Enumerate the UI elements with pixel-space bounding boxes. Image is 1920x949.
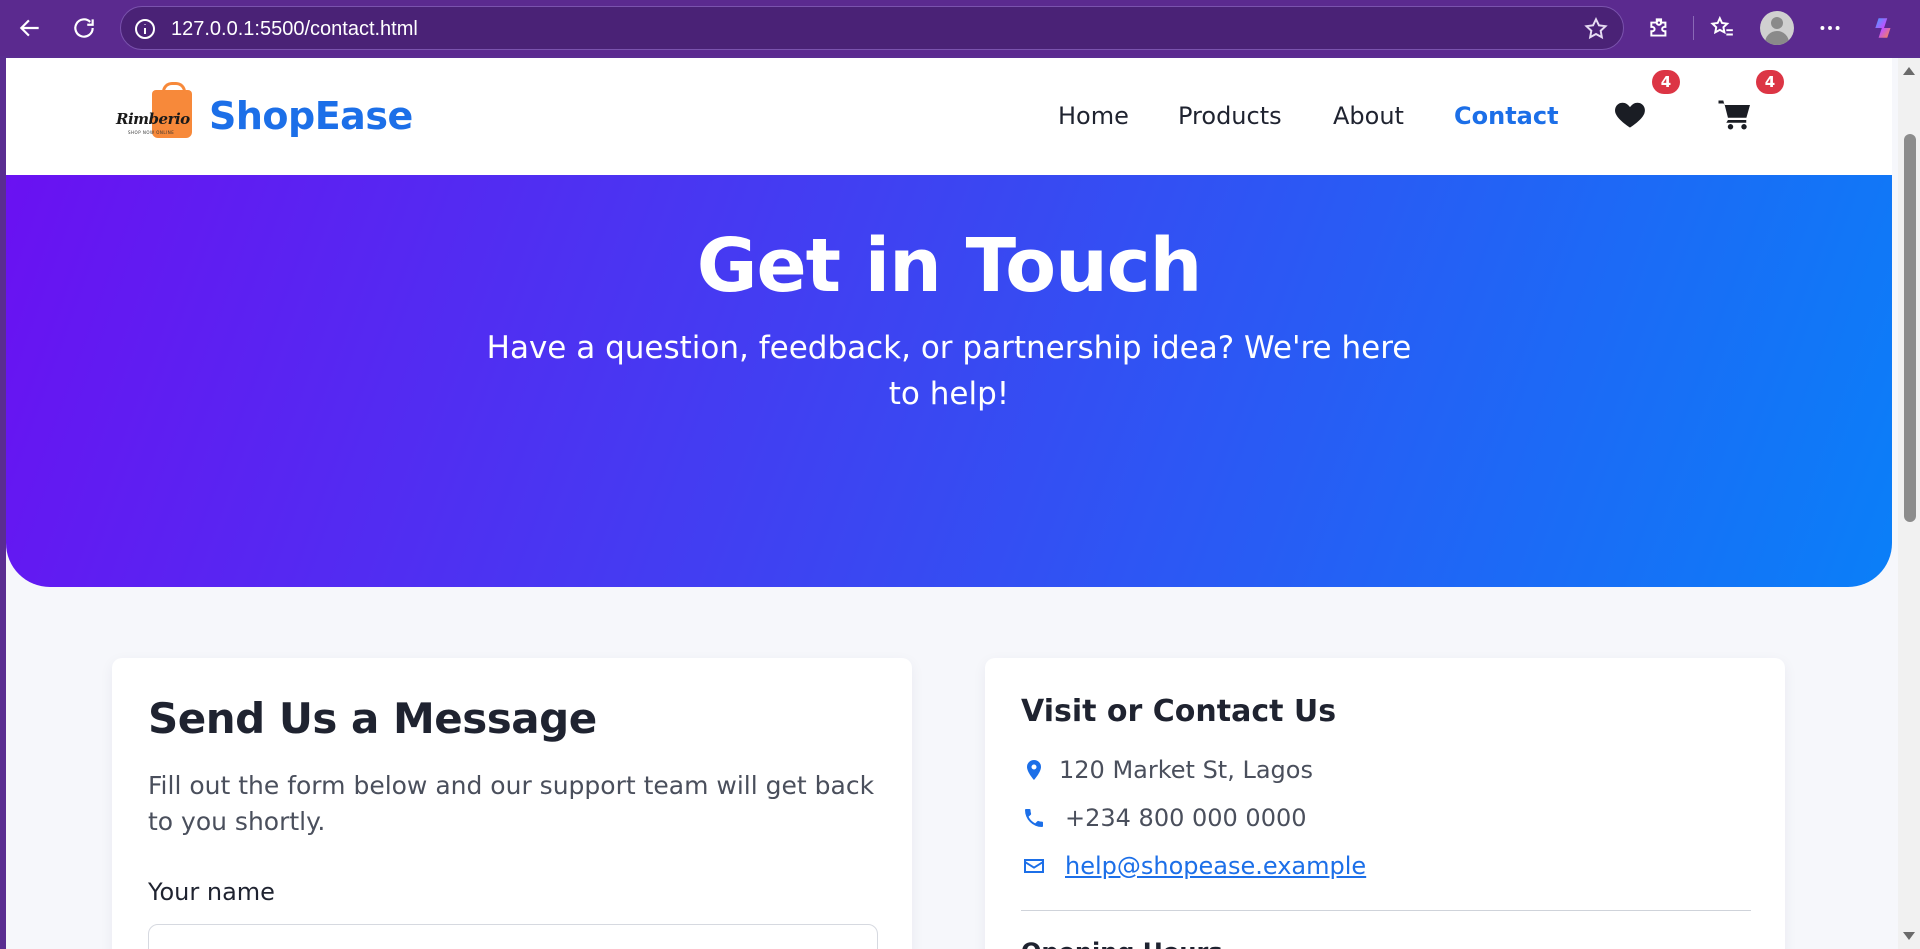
nav-products[interactable]: Products: [1178, 102, 1282, 130]
scroll-down-arrow-icon[interactable]: [1903, 932, 1915, 940]
site-header: Rimberio SHOP NOW ONLINE ShopEase Home P…: [6, 58, 1892, 175]
name-field-label: Your name: [148, 878, 275, 906]
address-row: 120 Market St, Lagos: [1021, 753, 1313, 787]
back-icon[interactable]: [14, 12, 46, 44]
site-logo[interactable]: Rimberio SHOP NOW ONLINE: [116, 82, 196, 140]
contact-info-card: Visit or Contact Us 120 Market St, Lagos…: [985, 658, 1785, 949]
form-description: Fill out the form below and our support …: [148, 771, 875, 836]
address-bar[interactable]: 127.0.0.1:5500/contact.html: [120, 6, 1624, 50]
logo-text: Rimberio: [116, 110, 190, 128]
more-menu-icon[interactable]: [1814, 12, 1846, 44]
message-form-card: Send Us a Message Fill out the form belo…: [112, 658, 912, 949]
copilot-icon[interactable]: [1868, 12, 1900, 44]
browser-viewport: Rimberio SHOP NOW ONLINE ShopEase Home P…: [6, 58, 1920, 949]
nav-contact[interactable]: Contact: [1454, 102, 1559, 130]
profile-avatar[interactable]: [1760, 11, 1794, 45]
envelope-icon: [1021, 852, 1047, 880]
contact-page: Rimberio SHOP NOW ONLINE ShopEase Home P…: [6, 58, 1892, 949]
wishlist-count-badge: 4: [1652, 70, 1680, 94]
email-link[interactable]: help@shopease.example: [1065, 852, 1366, 880]
reload-icon[interactable]: [68, 12, 100, 44]
wishlist-button[interactable]: 4: [1612, 70, 1680, 132]
page-scrollbar[interactable]: [1898, 58, 1920, 949]
favorites-icon[interactable]: [1706, 12, 1738, 44]
nav-about[interactable]: About: [1333, 102, 1404, 130]
cart-count-badge: 4: [1756, 70, 1784, 94]
section-divider: [1021, 910, 1751, 911]
address-text: 120 Market St, Lagos: [1059, 756, 1313, 784]
phone-row: +234 800 000 0000: [1021, 801, 1307, 835]
site-info-icon[interactable]: [133, 17, 157, 41]
email-row: help@shopease.example: [1021, 849, 1366, 883]
scrollbar-thumb[interactable]: [1904, 134, 1916, 522]
browser-toolbar: 127.0.0.1:5500/contact.html: [0, 0, 1920, 56]
heart-icon: [1615, 102, 1645, 128]
toolbar-divider: [1693, 16, 1694, 40]
extensions-icon[interactable]: [1644, 12, 1676, 44]
opening-hours-title: Opening Hours: [1021, 938, 1223, 949]
name-input[interactable]: [148, 924, 878, 949]
hero-title: Get in Touch: [696, 223, 1203, 309]
phone-text[interactable]: +234 800 000 0000: [1065, 804, 1307, 832]
location-pin-icon: [1021, 756, 1047, 784]
contact-card-title: Visit or Contact Us: [1021, 694, 1337, 729]
phone-icon: [1021, 804, 1047, 832]
hero-banner: Get in Touch Have a question, feedback, …: [6, 175, 1892, 587]
nav-home[interactable]: Home: [1058, 102, 1129, 130]
hero-subtitle: Have a question, feedback, or partnershi…: [486, 330, 1412, 412]
logo-subtext: SHOP NOW ONLINE: [128, 130, 175, 135]
form-title: Send Us a Message: [148, 694, 597, 743]
scroll-up-arrow-icon[interactable]: [1903, 67, 1915, 75]
cart-button[interactable]: 4: [1716, 70, 1784, 132]
favorite-star-icon[interactable]: [1583, 16, 1609, 42]
cart-icon: [1718, 100, 1750, 130]
url-text[interactable]: 127.0.0.1:5500/contact.html: [171, 18, 418, 41]
brand-name[interactable]: ShopEase: [209, 94, 413, 138]
